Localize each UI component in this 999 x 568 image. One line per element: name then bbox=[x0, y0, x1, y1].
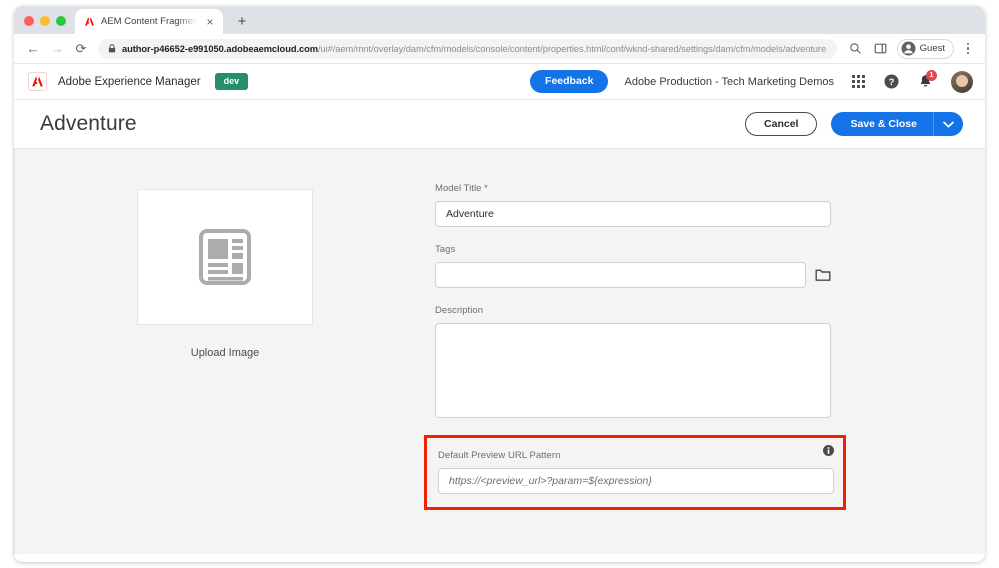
info-icon[interactable] bbox=[823, 443, 834, 461]
browser-tab[interactable]: AEM Content Fragment| Model × bbox=[75, 9, 223, 34]
adobe-brand-icon[interactable] bbox=[28, 72, 47, 91]
aem-global-header: Adobe Experience Manager dev Feedback Ad… bbox=[14, 64, 985, 100]
profile-chip[interactable]: Guest bbox=[897, 39, 954, 59]
tags-field-group: Tags bbox=[435, 244, 907, 288]
model-title-input[interactable]: Adventure bbox=[435, 201, 831, 227]
forward-button[interactable]: → bbox=[46, 38, 68, 60]
avatar[interactable] bbox=[951, 71, 973, 93]
preview-url-placeholder: https://<preview_url>?param=${expression… bbox=[449, 475, 652, 487]
image-upload-section: Upload Image bbox=[15, 183, 435, 554]
model-title-field-group: Model Title * Adventure bbox=[435, 183, 907, 227]
browser-tab-strip: AEM Content Fragment| Model × + bbox=[14, 6, 985, 34]
upload-image-dropzone[interactable] bbox=[137, 189, 313, 325]
model-properties-content: Upload Image Model Title * Adventure Tag… bbox=[14, 148, 985, 554]
close-window-button[interactable] bbox=[24, 16, 34, 26]
folder-icon[interactable] bbox=[814, 267, 831, 284]
side-panel-icon[interactable] bbox=[870, 38, 892, 60]
preview-url-highlight-box: Default Preview URL Pattern https://<pre… bbox=[424, 435, 846, 510]
browser-toolbar-actions: Guest bbox=[845, 38, 977, 60]
minimize-window-button[interactable] bbox=[40, 16, 50, 26]
browser-window: AEM Content Fragment| Model × + ← → ⟳ au… bbox=[14, 6, 985, 562]
cancel-button[interactable]: Cancel bbox=[745, 112, 817, 137]
save-button-group: Save & Close bbox=[831, 112, 963, 137]
preview-url-input[interactable]: https://<preview_url>?param=${expression… bbox=[438, 468, 834, 494]
brand-name: Adobe Experience Manager bbox=[58, 76, 201, 88]
kebab-menu-icon[interactable] bbox=[959, 39, 977, 59]
model-title-label: Model Title * bbox=[435, 183, 907, 194]
help-icon[interactable]: ? bbox=[884, 74, 899, 89]
back-button[interactable]: ← bbox=[22, 38, 44, 60]
description-textarea[interactable] bbox=[435, 323, 831, 418]
description-field-group: Description bbox=[435, 305, 907, 418]
address-bar[interactable]: author-p46652-e991050.adobeaemcloud.com/… bbox=[98, 39, 837, 59]
url-host: author-p46652-e991050.adobeaemcloud.com bbox=[122, 44, 318, 54]
zoom-icon[interactable] bbox=[845, 38, 867, 60]
content-fragment-model-icon bbox=[199, 229, 251, 285]
description-label: Description bbox=[435, 305, 907, 316]
window-traffic-lights bbox=[14, 16, 75, 34]
lock-icon bbox=[108, 40, 116, 58]
notification-count-badge: 1 bbox=[926, 70, 937, 81]
save-and-close-button[interactable]: Save & Close bbox=[831, 112, 933, 137]
upload-image-label: Upload Image bbox=[191, 347, 260, 359]
save-options-dropdown-button[interactable] bbox=[933, 112, 963, 137]
svg-text:?: ? bbox=[889, 77, 895, 88]
browser-toolbar: ← → ⟳ author-p46652-e991050.adobeaemclou… bbox=[14, 34, 985, 64]
account-icon bbox=[901, 41, 916, 56]
preview-url-label: Default Preview URL Pattern bbox=[438, 450, 833, 461]
tags-row bbox=[435, 262, 907, 288]
page-title: Adventure bbox=[40, 112, 137, 136]
tags-label: Tags bbox=[435, 244, 907, 255]
adobe-logo-icon bbox=[84, 16, 95, 27]
tags-input[interactable] bbox=[435, 262, 806, 288]
environment-badge: dev bbox=[215, 73, 249, 90]
browser-tab-title: AEM Content Fragment| Model bbox=[101, 16, 197, 27]
tenant-name: Adobe Production - Tech Marketing Demos bbox=[624, 76, 834, 88]
page-header: Adventure Cancel Save & Close bbox=[14, 100, 985, 148]
profile-label: Guest bbox=[920, 43, 945, 54]
feedback-button[interactable]: Feedback bbox=[530, 70, 608, 93]
model-properties-form: Model Title * Adventure Tags Description bbox=[435, 183, 985, 554]
app-grid-icon[interactable] bbox=[852, 75, 865, 88]
notifications-button[interactable]: 1 bbox=[918, 74, 933, 89]
address-bar-url: author-p46652-e991050.adobeaemcloud.com/… bbox=[122, 44, 826, 54]
maximize-window-button[interactable] bbox=[56, 16, 66, 26]
chevron-down-icon bbox=[943, 121, 954, 128]
new-tab-button[interactable]: + bbox=[231, 10, 253, 32]
reload-button[interactable]: ⟳ bbox=[70, 38, 92, 60]
url-path: /ui#/aem/mnt/overlay/dam/cfm/models/cons… bbox=[318, 44, 826, 54]
close-tab-button[interactable]: × bbox=[203, 15, 217, 29]
